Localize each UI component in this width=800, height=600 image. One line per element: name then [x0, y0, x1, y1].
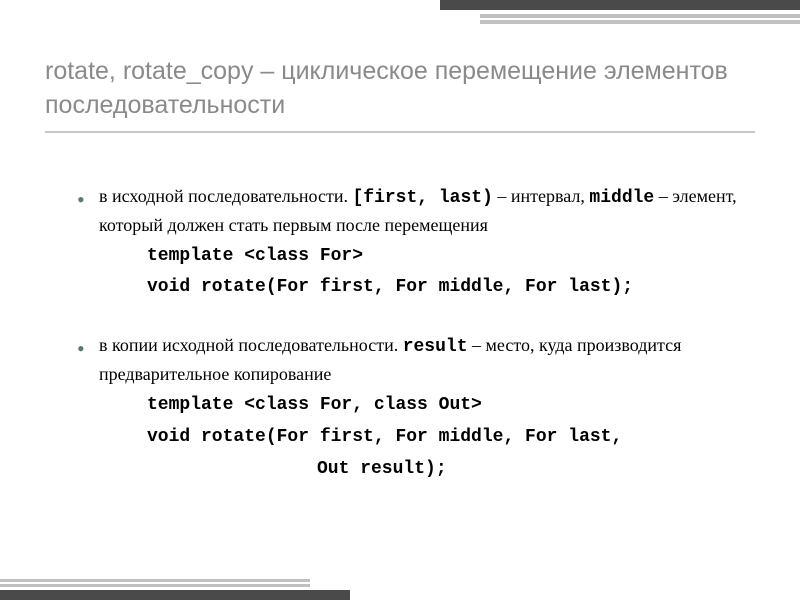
inline-code: middle	[589, 188, 654, 208]
bullet-text: в копии исходной последовательности. res…	[77, 332, 755, 388]
text: в копии исходной последовательности.	[99, 335, 403, 355]
decor-bar-gray	[480, 14, 800, 18]
decor-bar-dark	[0, 590, 350, 600]
code-line: void rotate(For first, For middle, For l…	[77, 424, 755, 452]
code-line: Out result);	[77, 456, 755, 484]
title-rule	[45, 131, 755, 133]
decor-bar-gray	[0, 584, 310, 587]
decor-bar-gray	[0, 579, 310, 582]
bullet-text: в исходной последовательности. [first, l…	[77, 183, 755, 239]
decor-bar-dark	[440, 0, 800, 10]
bullet-item-1: в исходной последовательности. [first, l…	[77, 183, 755, 303]
code-line: template <class For, class Out>	[77, 392, 755, 420]
text: – интервал,	[493, 186, 590, 206]
slide-title: rotate, rotate_copy – циклическое переме…	[45, 55, 755, 123]
inline-code: [first, last)	[352, 188, 492, 208]
decor-bar-gray	[480, 20, 800, 24]
code-line: void rotate(For first, For middle, For l…	[77, 274, 755, 302]
bullet-item-2: в копии исходной последовательности. res…	[77, 332, 755, 484]
bottom-decoration	[0, 579, 350, 600]
inline-code: result	[403, 337, 468, 357]
code-line: template <class For>	[77, 243, 755, 271]
top-decoration	[440, 0, 800, 24]
text: в исходной последовательности.	[99, 186, 352, 206]
slide-content: rotate, rotate_copy – циклическое переме…	[0, 0, 800, 544]
